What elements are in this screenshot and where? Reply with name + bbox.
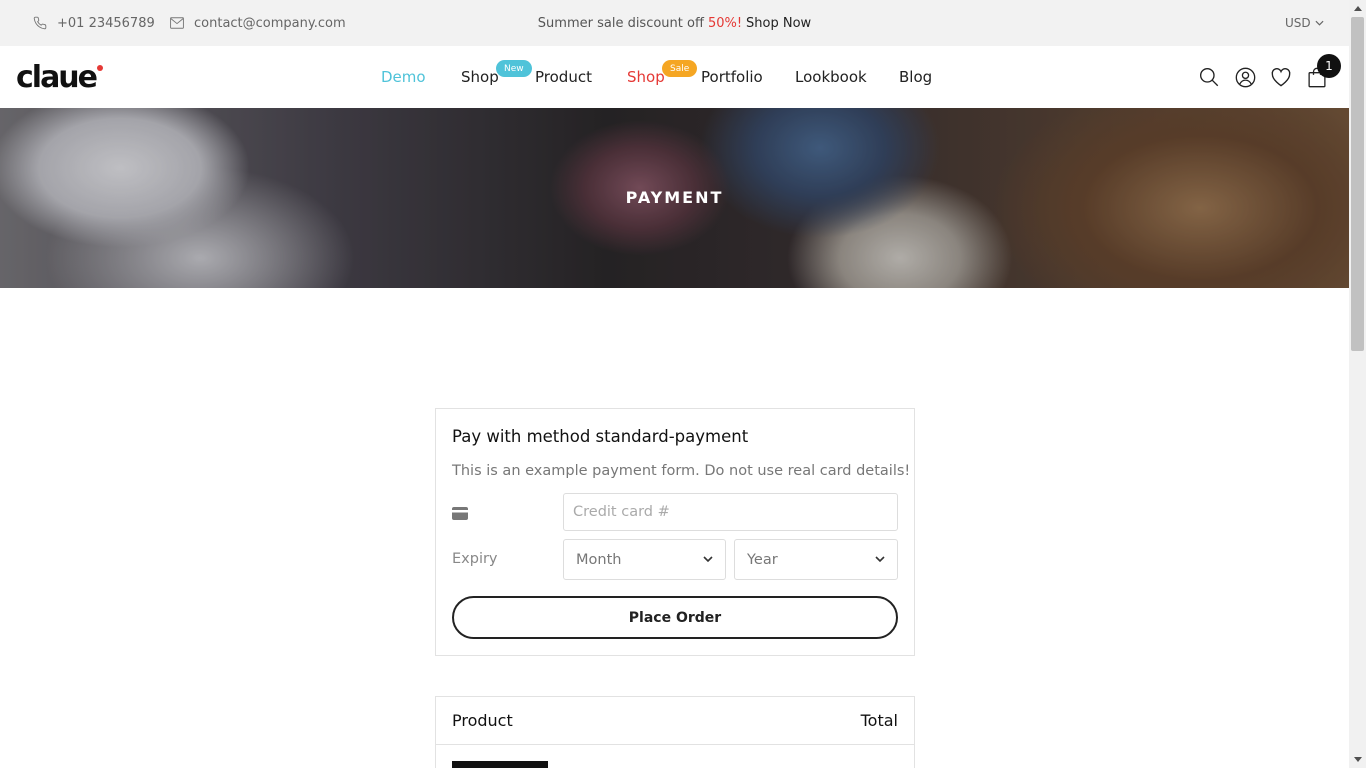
logo[interactable]: claue xyxy=(16,60,104,95)
sale-badge: Sale xyxy=(662,60,698,77)
nav-label: Demo xyxy=(381,68,426,86)
nav-label: Blog xyxy=(899,68,933,86)
logo-text: claue xyxy=(16,60,98,95)
shop-now-link[interactable]: Shop Now xyxy=(746,16,811,31)
scroll-thumb[interactable] xyxy=(1351,17,1364,351)
logo-dot-icon xyxy=(97,65,104,71)
wishlist-heart-icon[interactable] xyxy=(1270,66,1292,88)
promo-percent: 50%! xyxy=(707,15,743,31)
promo-message: Summer sale discount off 50%! Shop Now xyxy=(0,0,1349,46)
nav-blog[interactable]: Blog xyxy=(899,46,932,108)
order-summary-table: Product Total xyxy=(435,696,915,768)
nav-shop[interactable]: Shop xyxy=(461,46,499,108)
year-value: Year xyxy=(747,551,778,568)
place-order-button[interactable]: Place Order xyxy=(452,596,898,639)
promo-text: Summer sale discount off xyxy=(537,15,704,31)
nav-label: Product xyxy=(535,68,592,86)
scroll-down-arrow-icon[interactable] xyxy=(1349,751,1366,768)
expiry-month-select[interactable]: Month xyxy=(563,539,726,580)
nav-demo[interactable]: Demo xyxy=(381,46,426,108)
payment-method-title: Pay with method standard-payment xyxy=(452,427,749,446)
payment-note: This is an example payment form. Do not … xyxy=(452,463,911,479)
nav-lookbook[interactable]: Lookbook xyxy=(795,46,867,108)
product-thumbnail[interactable] xyxy=(452,761,548,768)
order-table-header: Product Total xyxy=(436,697,914,745)
account-icon[interactable] xyxy=(1234,66,1256,88)
credit-card-input[interactable] xyxy=(563,493,898,531)
chevron-down-icon xyxy=(703,556,713,563)
currency-selector[interactable]: USD xyxy=(1285,0,1324,46)
chevron-down-icon xyxy=(1315,20,1324,26)
page-scrollbar[interactable] xyxy=(1349,0,1366,768)
nav-label: Shop xyxy=(627,68,665,86)
payment-form: Pay with method standard-payment This is… xyxy=(435,408,915,656)
new-badge: New xyxy=(496,60,532,77)
currency-value: USD xyxy=(1285,16,1311,30)
main-header: claue Demo Shop New Product Shop Sale Po… xyxy=(0,46,1349,108)
chevron-down-icon xyxy=(875,556,885,563)
expiry-year-select[interactable]: Year xyxy=(734,539,898,580)
top-bar: +01 23456789 contact@company.com Summer … xyxy=(0,0,1349,46)
nav-product[interactable]: Product xyxy=(535,46,592,108)
product-column-header: Product xyxy=(452,711,513,730)
nav-portfolio[interactable]: Portfolio xyxy=(701,46,763,108)
expiry-label: Expiry xyxy=(452,551,498,567)
cart-count-badge: 1 xyxy=(1317,54,1341,78)
credit-card-icon xyxy=(452,505,468,524)
nav-label: Portfolio xyxy=(701,68,763,86)
month-value: Month xyxy=(576,551,622,568)
page-banner: PAYMENT xyxy=(0,108,1349,288)
nav-label: Lookbook xyxy=(795,68,867,86)
nav-shop-sale[interactable]: Shop xyxy=(627,46,665,108)
total-column-header: Total xyxy=(860,711,898,730)
search-icon[interactable] xyxy=(1198,66,1220,88)
nav-label: Shop xyxy=(461,68,499,86)
page-title: PAYMENT xyxy=(625,188,724,207)
scroll-up-arrow-icon[interactable] xyxy=(1349,0,1366,17)
